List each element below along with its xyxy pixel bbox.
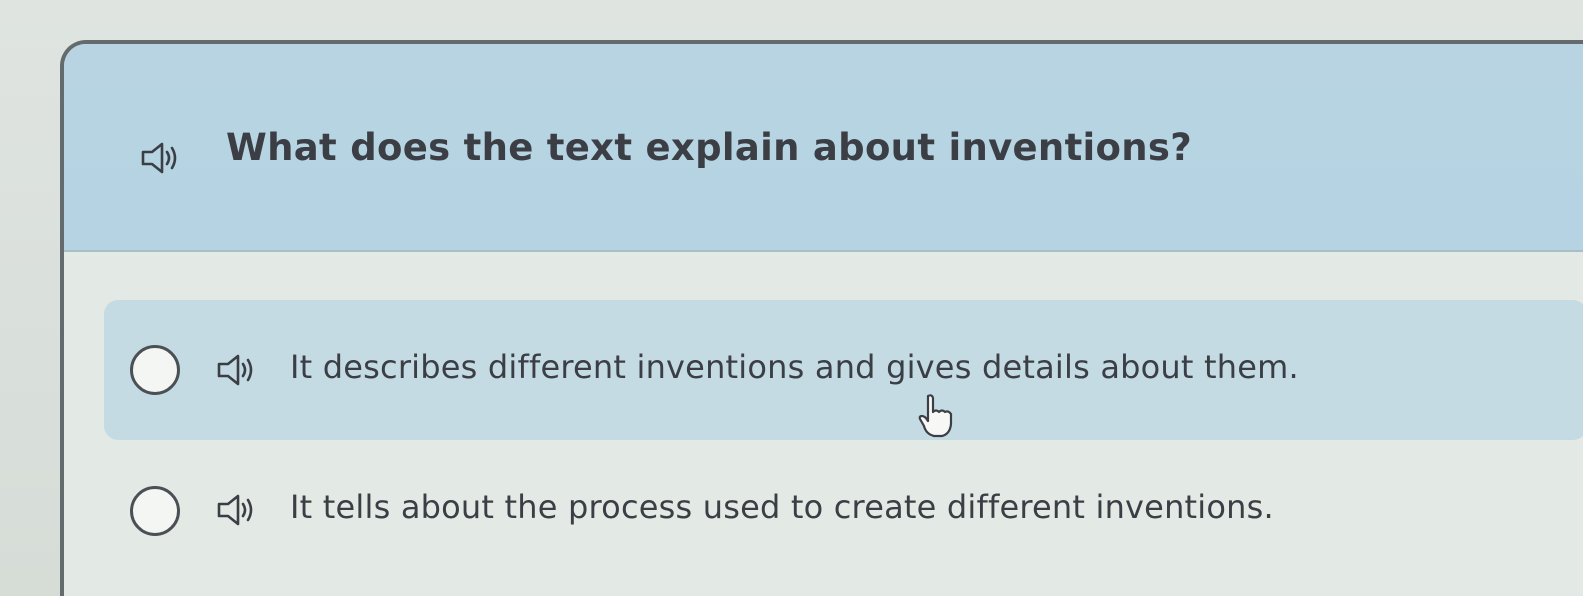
speaker-icon[interactable] xyxy=(140,140,180,176)
answer-radio-2[interactable] xyxy=(130,486,180,536)
question-header: What does the text explain about inventi… xyxy=(64,44,1583,252)
question-panel: What does the text explain about inventi… xyxy=(60,40,1583,596)
answer-option-2[interactable]: It tells about the process used to creat… xyxy=(104,438,1583,578)
answer-radio-1[interactable] xyxy=(130,345,180,395)
answer-text-1: It describes different inventions and gi… xyxy=(290,348,1299,386)
answer-text-2: It tells about the process used to creat… xyxy=(290,488,1274,526)
question-text: What does the text explain about inventi… xyxy=(226,126,1192,169)
hand-pointer-icon xyxy=(912,392,962,442)
speaker-icon[interactable] xyxy=(216,352,256,388)
answer-option-1[interactable]: It describes different inventions and gi… xyxy=(104,300,1583,440)
screen: What does the text explain about inventi… xyxy=(0,0,1583,596)
speaker-icon[interactable] xyxy=(216,492,256,528)
